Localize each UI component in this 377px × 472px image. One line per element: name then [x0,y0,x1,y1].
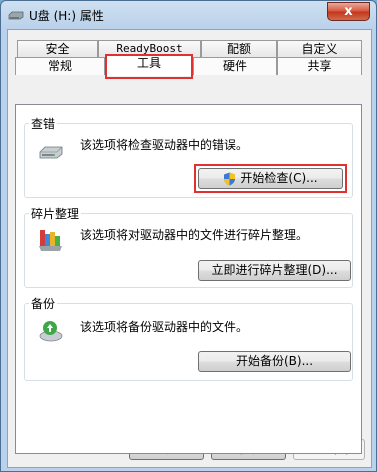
dialog-client: 安全 ReadyBoost 配额 自定义 常规 工具 硬件 共享 查错 该选项将… [7,29,372,468]
defrag-title: 碎片整理 [29,205,82,222]
highlight-tools-tab [105,54,193,79]
highlight-check-button [194,164,347,193]
tools-panel: 查错 该选项将检查驱动器中的错误。 开始检查(C)... 碎片整理 该选项将对驱… [15,104,362,454]
close-button[interactable]: x [327,2,370,21]
backup-group: 备份 该选项将备份驱动器中的文件。 开始备份(B)... [24,295,353,381]
backup-now-button[interactable]: 开始备份(B)... [198,351,351,372]
tab-quota[interactable]: 配额 [201,40,277,58]
drive-check-icon [39,146,63,159]
tab-hardware[interactable]: 硬件 [193,57,277,75]
tab-sharing[interactable]: 共享 [277,57,362,75]
defrag-icon [39,230,62,251]
tab-general[interactable]: 常规 [15,57,105,75]
usb-drive-icon [8,11,24,20]
error-check-group: 查错 该选项将检查驱动器中的错误。 开始检查(C)... [24,115,353,198]
error-check-title: 查错 [29,115,58,132]
properties-window: U盘 (H:) 属性 x 安全 ReadyBoost 配额 自定义 常规 工具 … [0,0,377,472]
backup-description: 该选项将备份驱动器中的文件。 [80,320,249,334]
defrag-description: 该选项将对驱动器中的文件进行碎片整理。 [80,228,309,242]
backup-title: 备份 [29,295,58,312]
defrag-now-button[interactable]: 立即进行碎片整理(D)... [198,260,351,281]
tab-customize[interactable]: 自定义 [277,40,362,58]
title-bar: U盘 (H:) 属性 x [1,1,376,29]
error-check-description: 该选项将检查驱动器中的错误。 [80,138,249,152]
defrag-group: 碎片整理 该选项将对驱动器中的文件进行碎片整理。 立即进行碎片整理(D)... [24,205,353,288]
window-title: U盘 (H:) 属性 [29,9,104,23]
tab-security[interactable]: 安全 [17,40,98,58]
backup-icon [39,321,63,342]
